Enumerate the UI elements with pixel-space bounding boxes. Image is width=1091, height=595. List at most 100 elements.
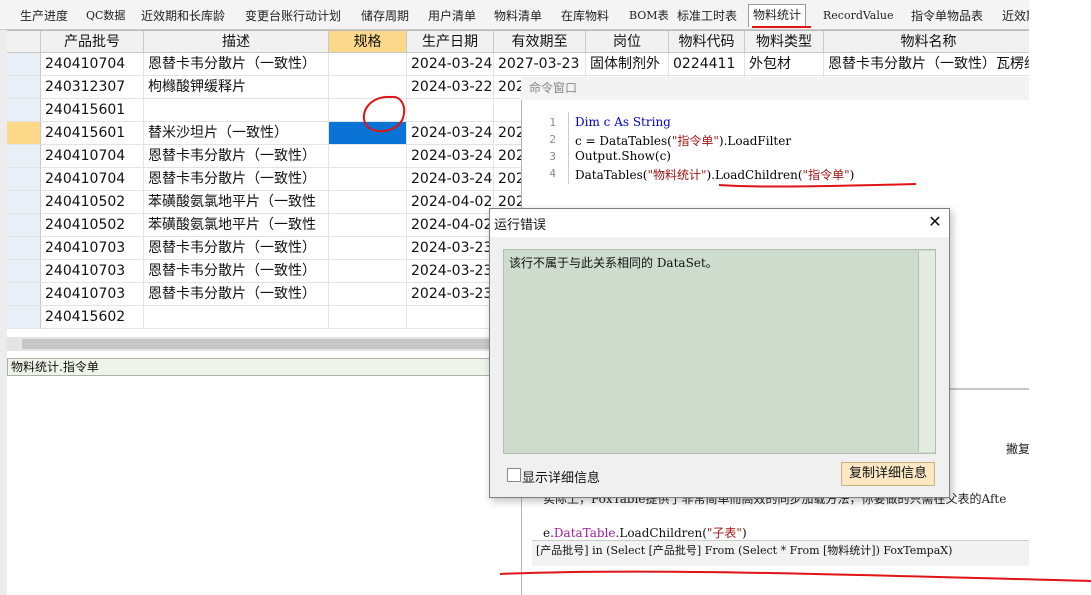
grid-cell[interactable] (329, 145, 407, 168)
code-line[interactable]: DataTables("物料统计").LoadChildren("指令单") (575, 166, 854, 183)
tab-4[interactable]: 变更台账行动计划 (245, 6, 341, 26)
column-header[interactable]: 描述 (144, 31, 329, 53)
grid-cell[interactable]: 固体制剂外 (586, 53, 669, 76)
grid-corner[interactable] (7, 31, 41, 53)
row-header[interactable] (7, 53, 41, 76)
grid-cell[interactable]: 恩替卡韦分散片（一致性） (144, 145, 329, 168)
grid-cell[interactable]: 恩替卡韦分散片（一致性） (144, 237, 329, 260)
grid-cell[interactable]: 240415601 (41, 99, 144, 122)
row-header[interactable] (7, 145, 41, 168)
grid-cell[interactable]: 2024-03-24 (407, 168, 494, 191)
grid-cell[interactable] (329, 76, 407, 99)
column-header[interactable]: 物料类型 (745, 31, 824, 53)
grid-cell[interactable] (329, 191, 407, 214)
grid-cell[interactable]: 240410704 (41, 168, 144, 191)
column-header[interactable]: 规格 (329, 31, 407, 53)
column-header[interactable]: 岗位 (586, 31, 669, 53)
grid-cell[interactable]: 240410703 (41, 283, 144, 306)
tab-1[interactable]: 生产进度 (20, 6, 68, 26)
table-row[interactable]: 240410704 恩替卡韦分散片（一致性） 2024-03-24 2027-03-2… (7, 53, 1034, 76)
grid-cell[interactable] (329, 99, 407, 122)
grid-cell[interactable]: 恩替卡韦分散片（一致性）瓦楞纸 (824, 53, 1034, 76)
grid-cell[interactable] (407, 306, 494, 329)
column-header[interactable]: 产品批号 (41, 31, 144, 53)
grid-cell[interactable]: 恩替卡韦分散片（一致性） (144, 260, 329, 283)
grid-cell[interactable]: 240312307 (41, 76, 144, 99)
grid-cell[interactable]: 替米沙坦片（一致性） (144, 122, 329, 145)
grid-cell[interactable]: 枸橼酸钾缓释片 (144, 76, 329, 99)
grid-cell[interactable] (329, 53, 407, 76)
error-message-box[interactable]: 该行不属于与此关系相同的 DataSet。 (503, 249, 936, 454)
row-header[interactable] (7, 122, 41, 145)
row-header[interactable] (7, 99, 41, 122)
tab-6[interactable]: 用户清单 (428, 6, 476, 26)
grid-cell[interactable] (407, 99, 494, 122)
grid-cell[interactable]: 240410502 (41, 191, 144, 214)
grid-cell[interactable]: 苯磺酸氨氯地平片（一致性 (144, 191, 329, 214)
grid-cell[interactable] (329, 260, 407, 283)
grid-cell[interactable]: 2024-03-23 (407, 237, 494, 260)
grid-cell[interactable]: 240410704 (41, 53, 144, 76)
grid-cell[interactable]: 2024-04-02 (407, 214, 494, 237)
grid-cell[interactable]: 恩替卡韦分散片（一致性） (144, 53, 329, 76)
tab-2[interactable]: QC数据 (86, 6, 125, 26)
row-header[interactable] (7, 260, 41, 283)
tab-13[interactable]: 指令单物品表 (911, 6, 983, 26)
show-details-label[interactable]: 显示详细信息 (522, 467, 600, 486)
tab-12[interactable]: RecordValue (823, 6, 893, 26)
grid-cell[interactable]: 2024-03-23 (407, 260, 494, 283)
grid-cell[interactable]: 2027-03-23 (494, 53, 586, 76)
grid-cell[interactable] (329, 214, 407, 237)
row-header[interactable] (7, 237, 41, 260)
grid-cell[interactable]: 2024-03-24 (407, 122, 494, 145)
copy-details-button[interactable]: 复制详细信息 (841, 462, 935, 486)
code-line[interactable]: Dim c As String (575, 115, 671, 129)
grid-cell[interactable] (144, 99, 329, 122)
grid-cell[interactable]: 240415602 (41, 306, 144, 329)
grid-cell[interactable] (329, 306, 407, 329)
tab-10[interactable]: 标准工时表 (677, 6, 737, 26)
grid-cell[interactable]: 苯磺酸氨氯地平片（一致性 (144, 214, 329, 237)
column-header[interactable]: 物料代码 (669, 31, 745, 53)
column-header[interactable]: 有效期至 (494, 31, 586, 53)
column-header[interactable]: 物料名称 (824, 31, 1034, 53)
grid-cell[interactable] (329, 122, 407, 145)
row-header[interactable] (7, 306, 41, 329)
grid-cell[interactable]: 恩替卡韦分散片（一致性） (144, 168, 329, 191)
tab-3[interactable]: 近效期和长库龄 (141, 6, 225, 26)
grid-cell[interactable]: 2024-03-23 (407, 283, 494, 306)
close-icon[interactable]: ✕ (925, 212, 945, 232)
tab-7[interactable]: 物料清单 (494, 6, 542, 26)
grid-cell[interactable]: 2024-04-02 (407, 191, 494, 214)
column-header[interactable]: 生产日期 (407, 31, 494, 53)
grid-cell[interactable]: 240410704 (41, 145, 144, 168)
dialog-titlebar[interactable] (490, 209, 949, 237)
grid-cell[interactable]: 240410703 (41, 237, 144, 260)
message-scrollbar[interactable] (918, 251, 935, 452)
grid-cell[interactable]: 外包材 (745, 53, 824, 76)
grid-cell[interactable] (329, 283, 407, 306)
row-header[interactable] (7, 168, 41, 191)
code-line[interactable]: c = DataTables("指令单").LoadFilter (575, 132, 791, 149)
row-header[interactable] (7, 214, 41, 237)
row-header[interactable] (7, 191, 41, 214)
grid-cell[interactable]: 0224411 (669, 53, 745, 76)
code-line[interactable]: Output.Show(c) (575, 149, 671, 163)
grid-cell[interactable] (329, 237, 407, 260)
tab-9[interactable]: BOM表 (629, 6, 669, 26)
grid-cell[interactable]: 240410703 (41, 260, 144, 283)
grid-cell[interactable]: 2024-03-22 (407, 76, 494, 99)
row-header[interactable] (7, 76, 41, 99)
grid-cell[interactable] (144, 306, 329, 329)
row-header[interactable] (7, 283, 41, 306)
grid-scrollbar-thumb[interactable] (22, 339, 502, 349)
show-details-checkbox[interactable] (507, 468, 521, 482)
tab-5[interactable]: 储存周期 (361, 6, 409, 26)
tab-11[interactable]: 物料统计 (748, 4, 807, 27)
tab-8[interactable]: 在库物料 (561, 6, 609, 26)
code-editor[interactable]: 1 Dim c As String 2 c = DataTables("指令单").L… (521, 112, 1029, 192)
grid-cell[interactable]: 2024-03-24 (407, 53, 494, 76)
grid-cell[interactable]: 240415601 (41, 122, 144, 145)
grid-cell[interactable] (329, 168, 407, 191)
grid-cell[interactable]: 恩替卡韦分散片（一致性） (144, 283, 329, 306)
